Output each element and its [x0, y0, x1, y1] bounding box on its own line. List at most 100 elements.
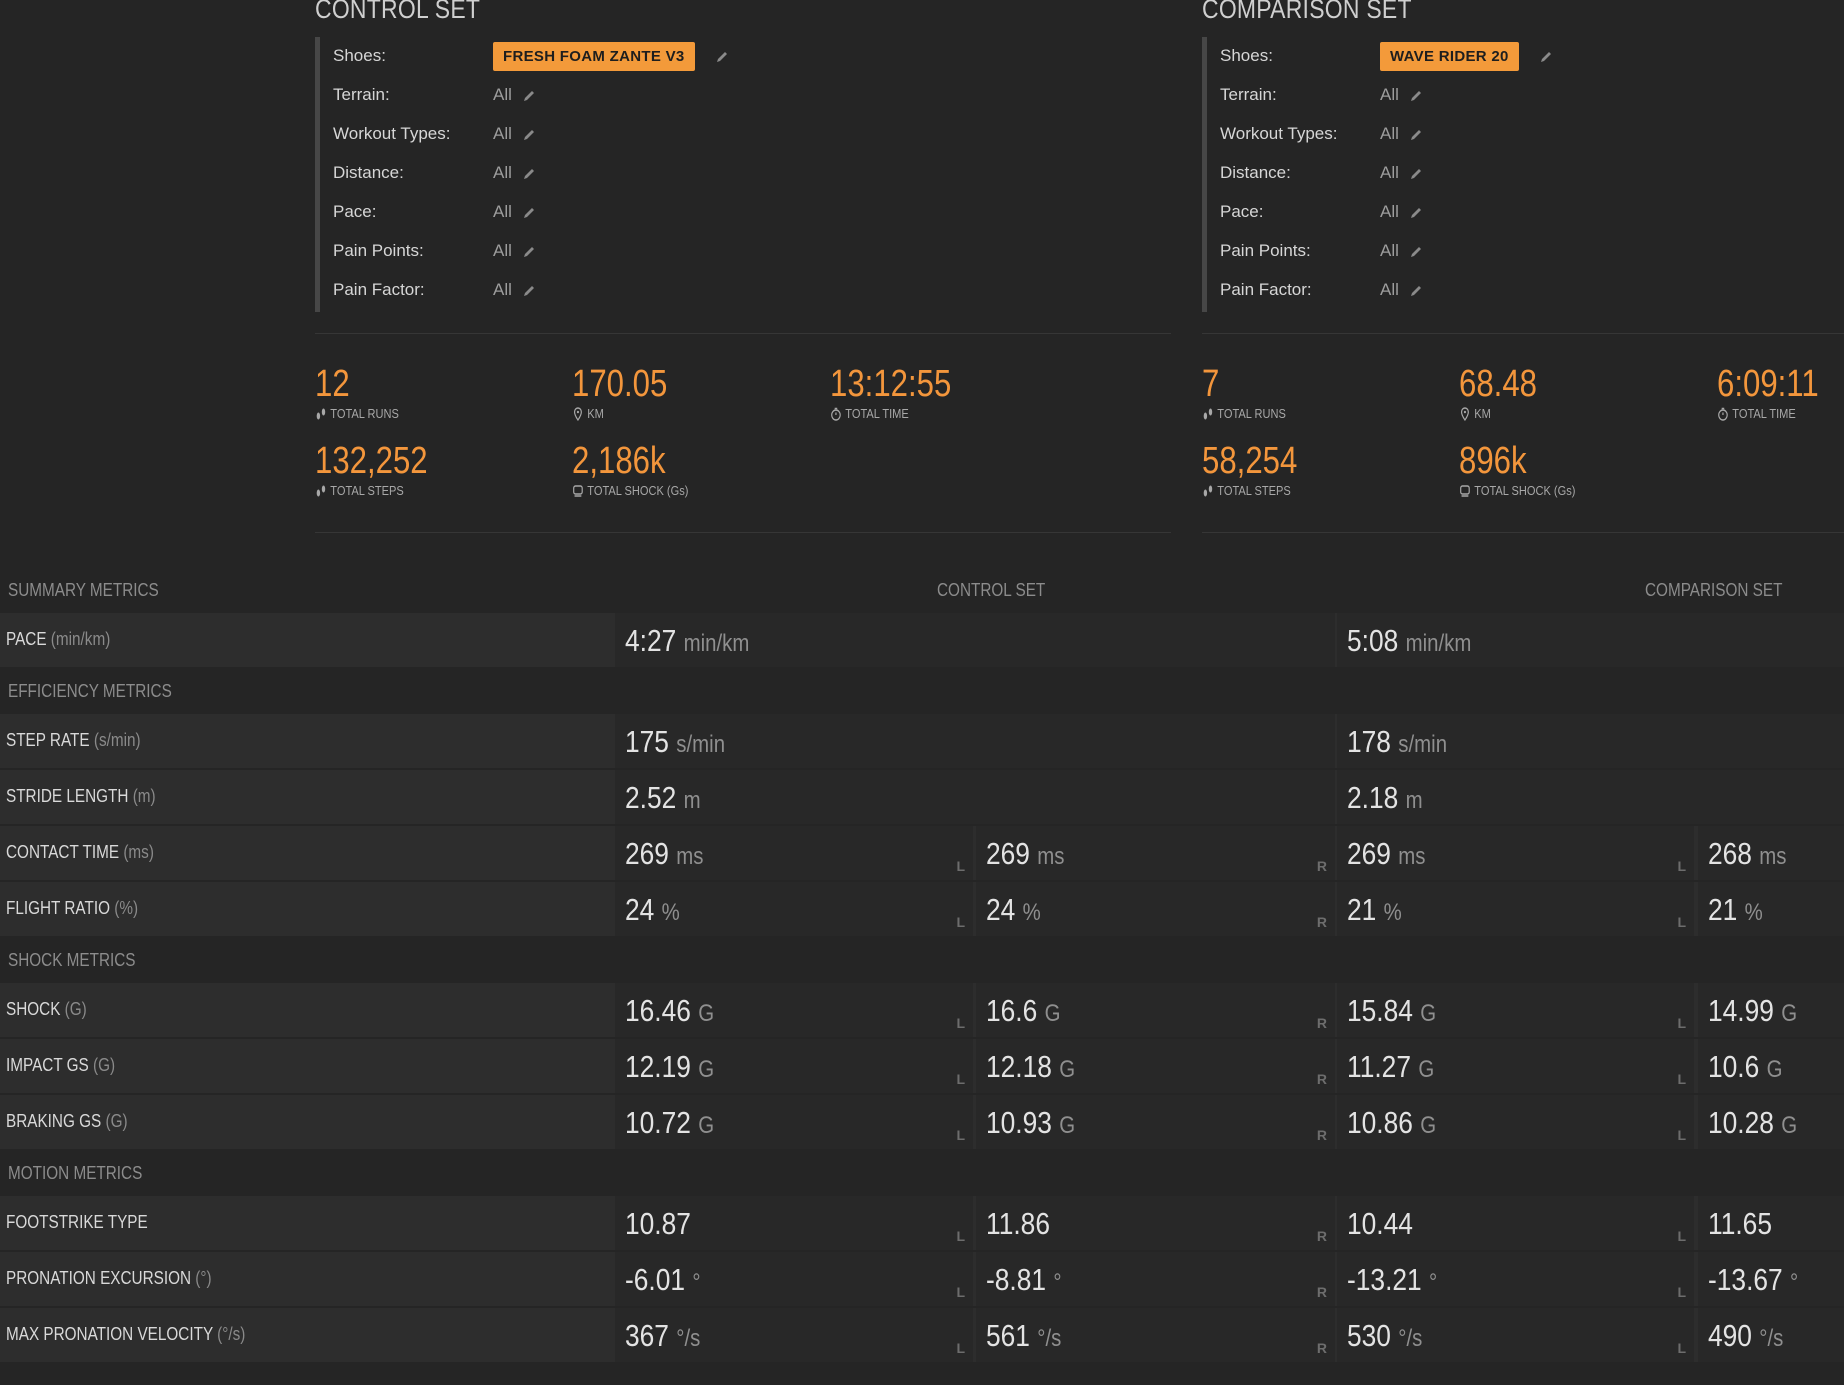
pencil-icon[interactable]: [1409, 88, 1423, 102]
metric-cell: 10.86 G L: [1337, 1095, 1694, 1149]
metric-cell: 11.86 R: [976, 1196, 1335, 1250]
pencil-icon[interactable]: [1409, 283, 1423, 297]
side-left-indicator: L: [956, 1015, 965, 1031]
pencil-icon[interactable]: [715, 49, 729, 63]
filter-label: Pain Factor:: [1220, 280, 1312, 299]
metric-number: 12.18: [986, 1049, 1052, 1084]
metric-value: 561 °/s: [986, 1318, 1061, 1354]
pencil-icon[interactable]: [1409, 166, 1423, 180]
metric-name: BRAKING GS (G): [6, 1111, 128, 1132]
pencil-icon[interactable]: [522, 166, 536, 180]
filter-value[interactable]: All: [493, 85, 536, 105]
metric-label: BRAKING GS: [6, 1111, 102, 1131]
metric-value-unit: °/s: [1759, 1325, 1784, 1352]
metric-number: 4:27: [625, 623, 677, 658]
filter-value[interactable]: All: [1380, 202, 1423, 222]
metric-name: STEP RATE (s/min): [6, 730, 141, 751]
section-header: SUMMARY METRICS CONTROL SET COMPARISON SET: [0, 570, 1844, 610]
metric-value: 4:27 min/km: [625, 623, 749, 659]
comparison-stat-shock: 896k TOTAL SHOCK (Gs): [1459, 440, 1576, 498]
column-header-control: CONTROL SET: [937, 580, 1046, 600]
filter-label: Distance:: [1220, 163, 1291, 182]
comparison-stat-time: 6:09:11 TOTAL TIME: [1717, 363, 1819, 421]
metric-cell: 178 s/min: [1337, 714, 1844, 768]
location-pin-icon: [1460, 406, 1469, 421]
pencil-icon[interactable]: [522, 127, 536, 141]
filter-value[interactable]: All: [1380, 241, 1423, 261]
metric-name: MAX PRONATION VELOCITY (°/s): [6, 1324, 245, 1345]
metric-number: 2.52: [625, 780, 677, 815]
shoe-badge: WAVE RIDER 20: [1380, 41, 1519, 71]
filter-value[interactable]: WAVE RIDER 20: [1380, 41, 1553, 71]
metric-value: 10.44: [1347, 1206, 1413, 1242]
metric-value: 15.84 G: [1347, 993, 1436, 1029]
control-stat-steps: 132,252 TOTAL STEPS: [315, 440, 428, 498]
metric-label: PACE: [6, 629, 47, 649]
control-divider-top: [315, 333, 1171, 334]
pencil-icon[interactable]: [1539, 49, 1553, 63]
pencil-icon[interactable]: [522, 205, 536, 219]
filter-value-text: All: [1380, 241, 1399, 260]
filter-value[interactable]: All: [493, 163, 536, 183]
pencil-icon[interactable]: [1409, 127, 1423, 141]
control-filters: [315, 37, 330, 312]
filter-row-workout-types: Workout Types: All: [333, 119, 536, 149]
filter-row-terrain: Terrain: All: [333, 80, 536, 110]
metric-cell: 10.6 G: [1698, 1039, 1844, 1093]
metric-value: 24 %: [986, 892, 1041, 928]
metric-label: SHOCK: [6, 999, 61, 1019]
metric-cell: 367 °/s L: [615, 1308, 973, 1362]
metric-value-unit: G: [1418, 1056, 1435, 1083]
metric-value: 178 s/min: [1347, 724, 1447, 760]
side-left-indicator: L: [956, 1340, 965, 1356]
metric-value-unit: min/km: [1405, 630, 1472, 657]
section-title: SUMMARY METRICS: [8, 580, 159, 600]
side-left-indicator: L: [1677, 1127, 1686, 1143]
pencil-icon[interactable]: [522, 88, 536, 102]
metric-value-unit: °/s: [676, 1325, 701, 1352]
metric-number: 490: [1708, 1318, 1752, 1353]
metric-value-unit: G: [1420, 1000, 1437, 1027]
filter-value-text: All: [493, 202, 512, 221]
side-right-indicator: R: [1316, 1340, 1327, 1356]
metric-number: 24: [986, 892, 1016, 927]
metric-cell: 269 ms L: [615, 826, 973, 880]
metric-value: 268 ms: [1708, 836, 1787, 872]
metric-row-pronation-excursion: PRONATION EXCURSION (°) -6.01 ° L -8.81 ° R -…: [0, 1252, 1844, 1306]
side-left-indicator: L: [956, 914, 965, 930]
side-right-indicator: R: [1316, 1071, 1327, 1087]
metric-value-unit: ms: [1037, 843, 1065, 870]
filter-row-pain-points: Pain Points: All: [1220, 236, 1423, 266]
filter-value[interactable]: All: [493, 202, 536, 222]
side-left-indicator: L: [1677, 1340, 1686, 1356]
pencil-icon[interactable]: [1409, 244, 1423, 258]
filter-value[interactable]: All: [493, 124, 536, 144]
metric-cell: 490 °/s: [1698, 1308, 1844, 1362]
metric-value-unit: G: [698, 1056, 715, 1083]
filter-value[interactable]: All: [1380, 163, 1423, 183]
filter-value[interactable]: All: [1380, 124, 1423, 144]
filter-value[interactable]: All: [493, 280, 536, 300]
metric-value: 12.18 G: [986, 1049, 1075, 1085]
filter-value[interactable]: FRESH FOAM ZANTE V3: [493, 41, 729, 71]
metric-number: 178: [1347, 724, 1391, 759]
metric-name: FOOTSTRIKE TYPE: [6, 1212, 148, 1233]
metric-number: -6.01: [625, 1262, 686, 1297]
pencil-icon[interactable]: [522, 244, 536, 258]
metric-number: 11.27: [1347, 1049, 1411, 1084]
metric-cell: 4:27 min/km: [615, 613, 1335, 667]
filter-value[interactable]: All: [493, 241, 536, 261]
metric-cell: 2.18 m: [1337, 770, 1844, 824]
filter-value[interactable]: All: [1380, 280, 1423, 300]
metric-name: PRONATION EXCURSION (°): [6, 1268, 212, 1289]
metric-number: 11.86: [986, 1206, 1050, 1241]
pencil-icon[interactable]: [1409, 205, 1423, 219]
side-left-indicator: L: [956, 1284, 965, 1300]
filter-label: Distance:: [333, 163, 404, 182]
filter-value[interactable]: All: [1380, 85, 1423, 105]
metric-number: 11.65: [1708, 1206, 1772, 1241]
filter-label: Terrain:: [333, 85, 390, 104]
comparison-filters: [1202, 37, 1217, 312]
filter-label: Workout Types:: [1220, 124, 1338, 143]
pencil-icon[interactable]: [522, 283, 536, 297]
